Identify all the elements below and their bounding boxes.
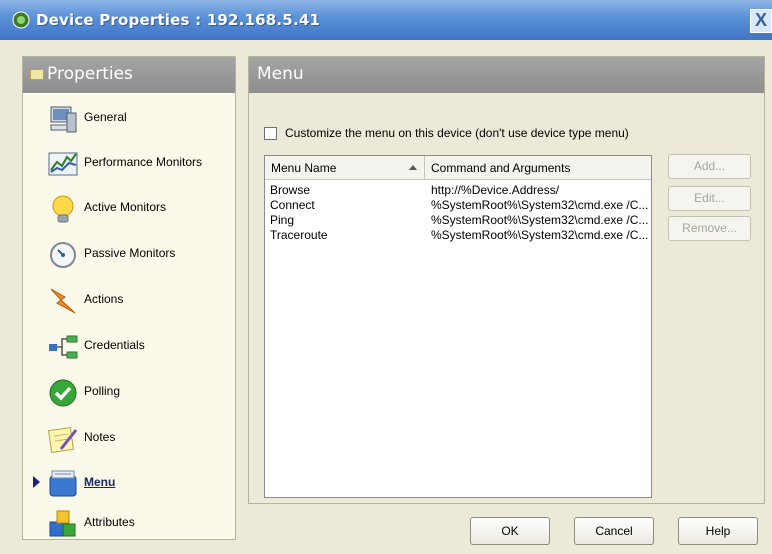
- menu-panel-title: Menu: [257, 64, 304, 84]
- ok-button[interactable]: OK: [470, 517, 550, 545]
- nav-label-notes: Notes: [84, 430, 116, 444]
- nav-item-notes[interactable]: Notes: [23, 417, 235, 459]
- gauge-icon: [50, 242, 76, 268]
- checkmark-icon: [49, 379, 77, 407]
- list-item[interactable]: Connect %SystemRoot%\System32\cmd.exe /C…: [265, 198, 651, 212]
- nav-label-performance-monitors: Performance Monitors: [84, 155, 203, 169]
- properties-header: Properties: [23, 57, 235, 93]
- properties-header-label: Properties: [47, 64, 133, 84]
- nav-label-active-monitors: Active Monitors: [84, 200, 167, 214]
- network-icon: [49, 335, 78, 359]
- column-header-command-label: Command and Arguments: [431, 161, 571, 175]
- nav-label-attributes: Attributes: [84, 515, 135, 529]
- command-cell: %SystemRoot%\System32\cmd.exe /C...: [431, 213, 649, 227]
- nav-label-passive-monitors: Passive Monitors: [84, 246, 176, 260]
- close-icon: X: [754, 10, 767, 30]
- nav-label-actions: Actions: [84, 292, 124, 306]
- selection-arrow-icon: [33, 476, 40, 488]
- close-button[interactable]: X: [750, 9, 772, 33]
- menu-name-cell: Connect: [270, 198, 315, 212]
- nav-item-polling[interactable]: Polling: [23, 371, 235, 413]
- notepad-icon: [48, 427, 78, 453]
- edit-button[interactable]: Edit...: [668, 186, 751, 211]
- nav-item-actions[interactable]: Actions: [23, 279, 235, 321]
- command-cell: %SystemRoot%\System32\cmd.exe /C...: [431, 198, 649, 212]
- remove-button[interactable]: Remove...: [668, 216, 751, 241]
- app-icon: [12, 11, 30, 29]
- folder-icon: [30, 69, 44, 80]
- column-header-menu-name-label: Menu Name: [271, 161, 337, 175]
- list-item[interactable]: Browse http://%Device.Address/: [265, 183, 651, 197]
- nav-label-credentials: Credentials: [84, 338, 145, 352]
- device-properties-dialog: Device Properties : 192.168.5.41 X Prope…: [0, 0, 772, 554]
- menu-name-cell: Browse: [270, 183, 311, 197]
- help-button[interactable]: Help: [678, 517, 758, 545]
- list-item[interactable]: Traceroute %SystemRoot%\System32\cmd.exe…: [265, 228, 651, 242]
- computer-icon: [50, 106, 77, 133]
- blocks-icon: [49, 510, 76, 537]
- cancel-button[interactable]: Cancel: [574, 517, 654, 545]
- customize-menu-label[interactable]: Customize the menu on this device (don't…: [285, 126, 629, 140]
- menu-panel-header: Menu: [249, 57, 764, 93]
- customize-menu-checkbox[interactable]: [264, 127, 277, 140]
- nav-item-menu[interactable]: Menu: [23, 462, 235, 504]
- menu-icon: [49, 470, 77, 497]
- title-bar[interactable]: Device Properties : 192.168.5.41 X: [0, 0, 772, 40]
- properties-nav-panel: Properties General Performance Monitors: [22, 56, 236, 540]
- nav-item-active-monitors[interactable]: Active Monitors: [23, 187, 235, 229]
- window-title: Device Properties : 192.168.5.41: [36, 11, 321, 29]
- list-item[interactable]: Ping %SystemRoot%\System32\cmd.exe /C...: [265, 213, 651, 227]
- nav-item-attributes[interactable]: Attributes: [23, 502, 235, 544]
- nav-item-performance-monitors[interactable]: Performance Monitors: [23, 142, 235, 184]
- command-cell: http://%Device.Address/: [431, 183, 560, 197]
- nav-label-menu: Menu: [84, 475, 116, 489]
- menu-list[interactable]: Menu Name Command and Arguments Browse h…: [264, 155, 652, 498]
- sort-ascending-icon: [409, 165, 417, 170]
- chart-icon: [48, 152, 78, 176]
- command-cell: %SystemRoot%\System32\cmd.exe /C...: [431, 228, 649, 242]
- nav-item-credentials[interactable]: Credentials: [23, 325, 235, 367]
- lightbulb-icon: [52, 195, 74, 223]
- nav-label-general: General: [84, 110, 127, 124]
- column-header-menu-name[interactable]: Menu Name: [265, 156, 425, 180]
- menu-name-cell: Ping: [270, 213, 295, 227]
- nav-label-polling: Polling: [84, 384, 121, 398]
- add-button[interactable]: Add...: [668, 154, 751, 179]
- column-header-command[interactable]: Command and Arguments: [425, 156, 651, 180]
- lightning-icon: [50, 288, 76, 314]
- nav-item-passive-monitors[interactable]: Passive Monitors: [23, 233, 235, 275]
- menu-name-cell: Traceroute: [270, 228, 328, 242]
- nav-item-general[interactable]: General: [23, 97, 235, 139]
